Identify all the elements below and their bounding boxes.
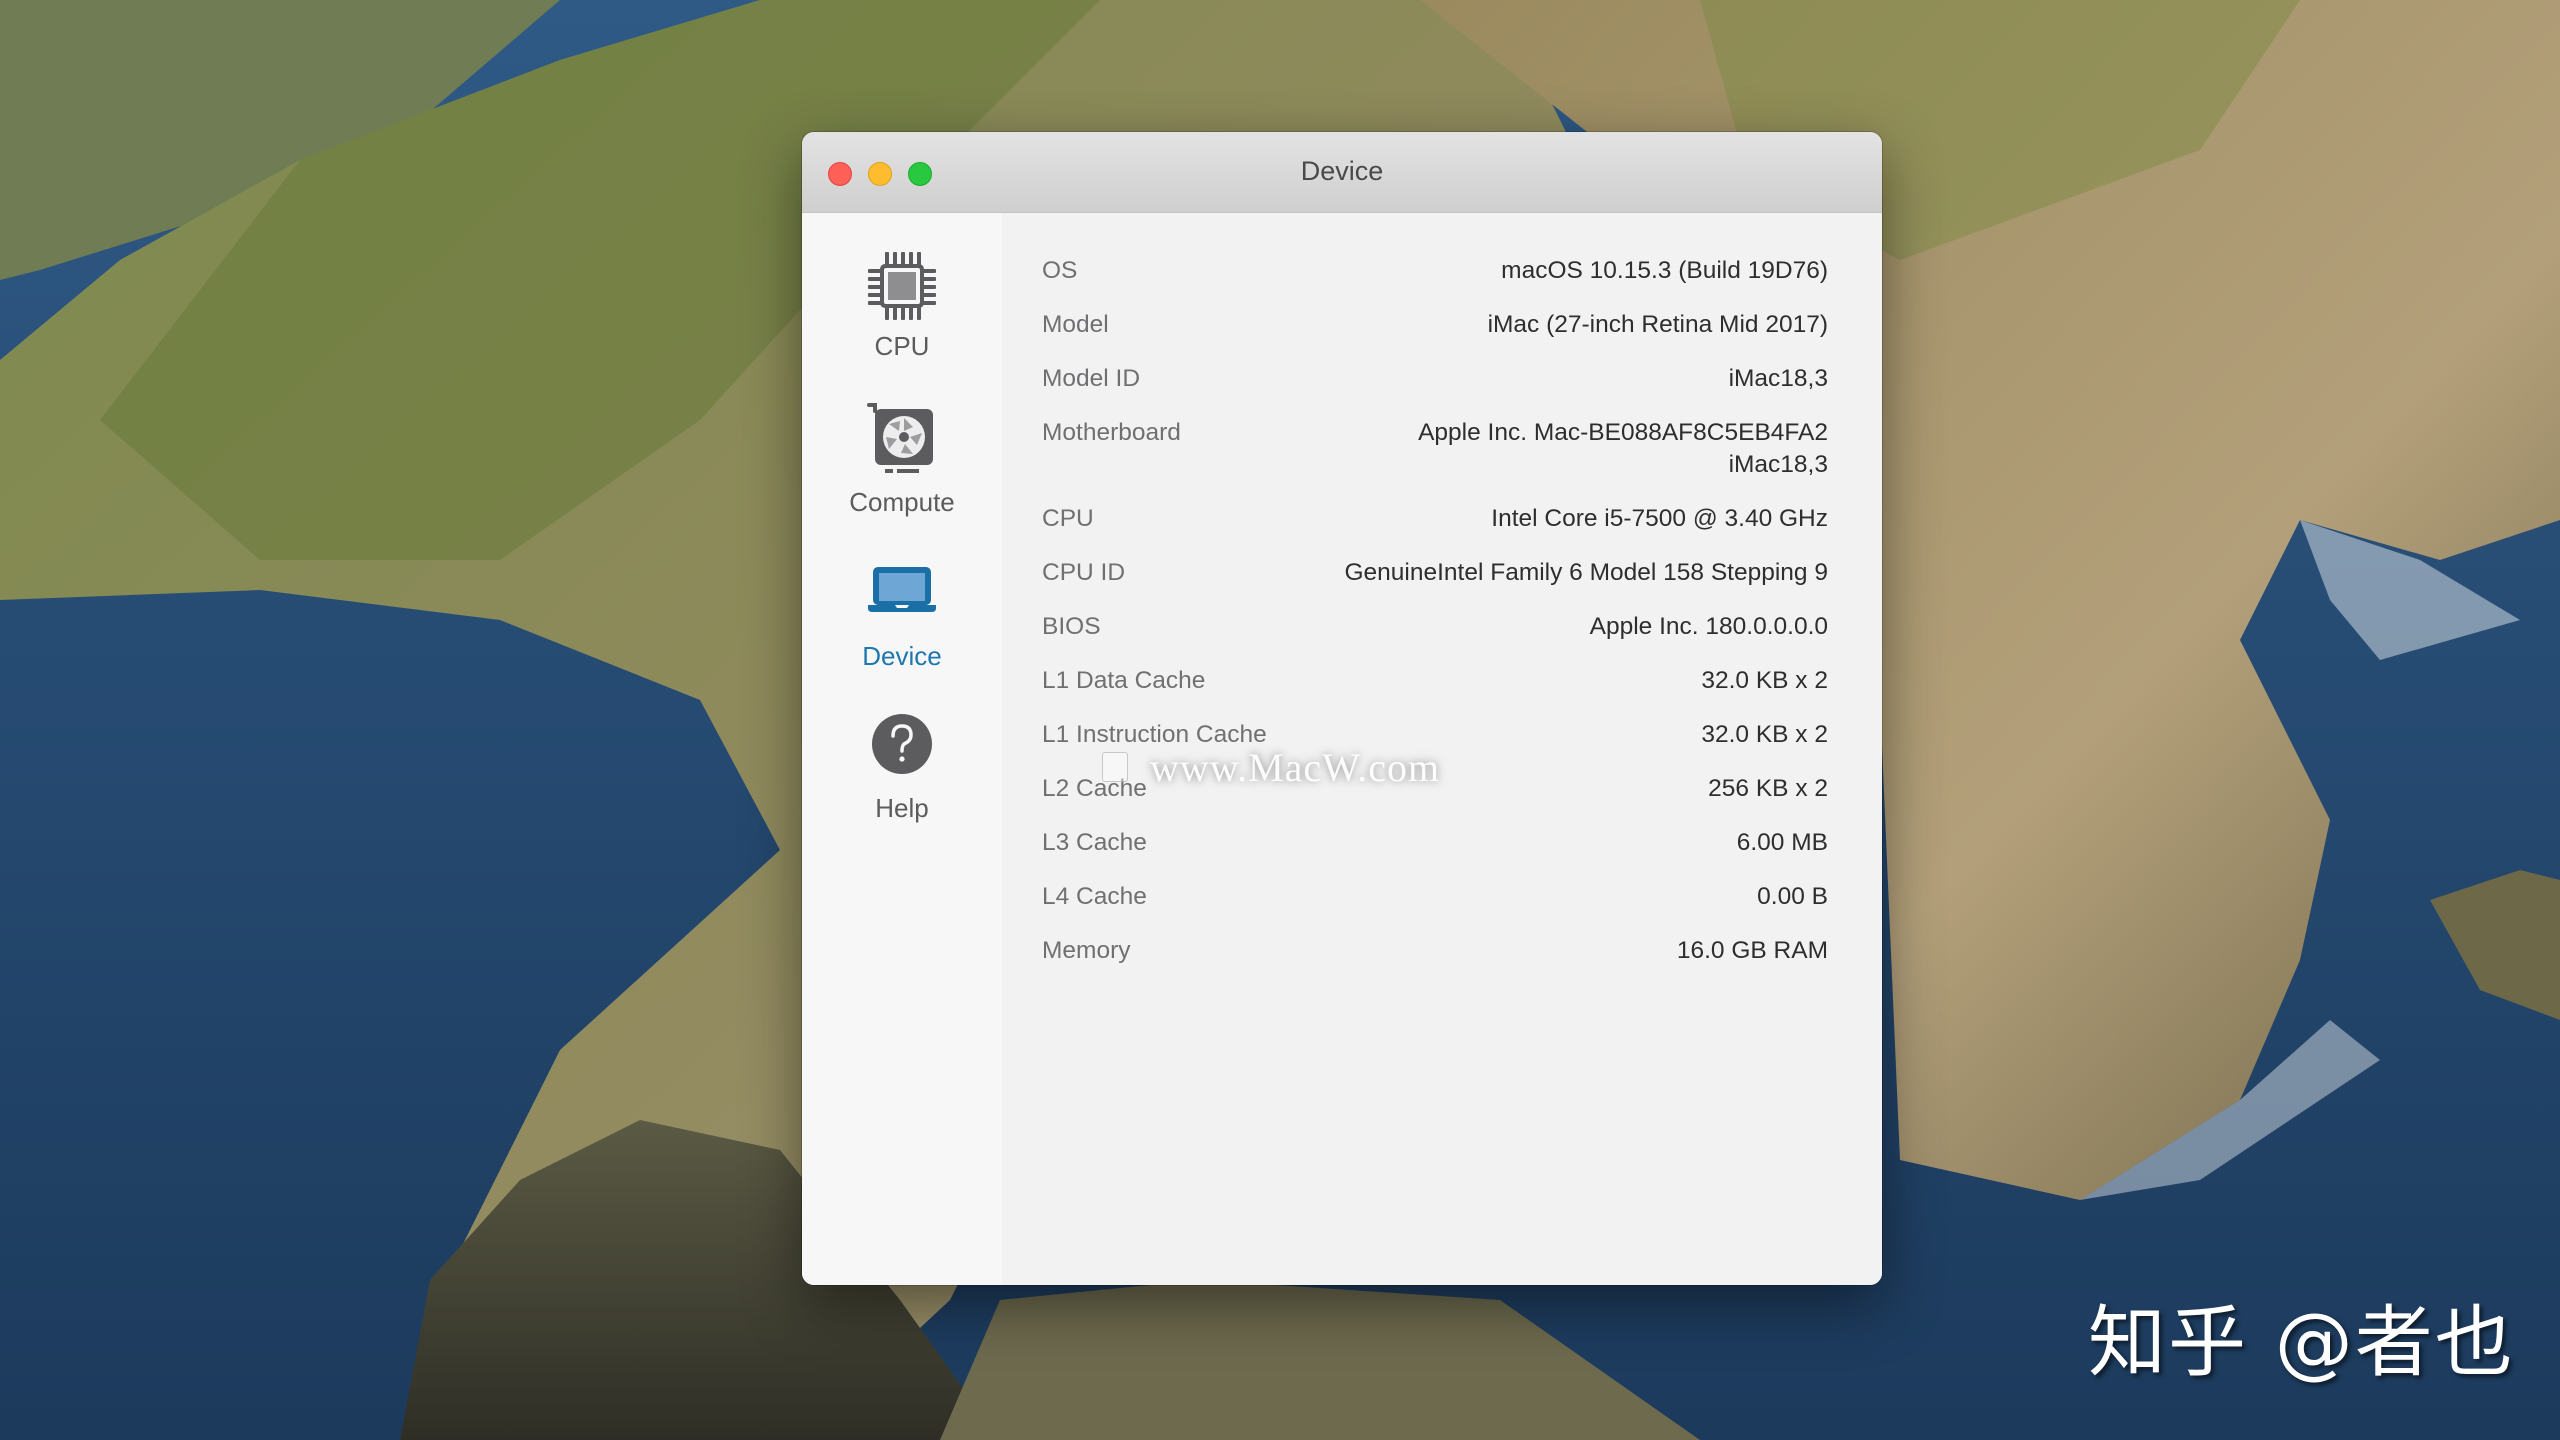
- sidebar-item-cpu[interactable]: CPU: [802, 243, 1002, 363]
- device-window: Device CPU Compute Device Help OS macOS …: [802, 132, 1882, 1285]
- macw-watermark: www.MacW.com: [1150, 745, 1441, 790]
- info-value: 32.0 KB x 2: [1701, 667, 1828, 694]
- device-info-panel: OS macOS 10.15.3 (Build 19D76) Model iMa…: [1002, 213, 1882, 1285]
- info-row-l4-cache: L4 Cache 0.00 B: [1042, 881, 1842, 935]
- info-label: CPU ID: [1042, 559, 1126, 586]
- info-row-l1-data-cache: L1 Data Cache 32.0 KB x 2: [1042, 665, 1842, 719]
- zhihu-watermark: 知乎 @者也: [2088, 1298, 2515, 1388]
- info-label: L2 Cache: [1042, 775, 1147, 802]
- info-value: 32.0 KB x 2: [1701, 721, 1828, 748]
- window-title: Device: [1300, 156, 1384, 186]
- info-value: iMac (27-inch Retina Mid 2017): [1487, 311, 1828, 338]
- cpu-chip-icon: [868, 252, 936, 320]
- sidebar-item-compute[interactable]: Compute: [802, 393, 1002, 523]
- info-label: Memory: [1042, 937, 1131, 964]
- info-label: Motherboard: [1042, 419, 1181, 446]
- info-value: GenuineIntel Family 6 Model 158 Stepping…: [1344, 559, 1829, 586]
- sidebar-item-device[interactable]: Device: [802, 553, 1002, 683]
- info-value: 0.00 B: [1757, 883, 1828, 910]
- info-label: CPU: [1042, 505, 1094, 532]
- info-row-model: Model iMac (27-inch Retina Mid 2017): [1042, 309, 1842, 363]
- info-label: OS: [1042, 257, 1078, 284]
- info-label: Model ID: [1042, 365, 1141, 392]
- info-value-line2: iMac18,3: [1728, 451, 1828, 478]
- info-label: BIOS: [1042, 613, 1101, 640]
- info-label: L4 Cache: [1042, 883, 1147, 910]
- info-row-os: OS macOS 10.15.3 (Build 19D76): [1042, 255, 1842, 309]
- info-row-bios: BIOS Apple Inc. 180.0.0.0.0: [1042, 611, 1842, 665]
- info-row-memory: Memory 16.0 GB RAM: [1042, 935, 1842, 989]
- info-row-motherboard: Motherboard Apple Inc. Mac-BE088AF8C5EB4…: [1042, 417, 1842, 503]
- info-row-cpu: CPU Intel Core i5-7500 @ 3.40 GHz: [1042, 503, 1842, 557]
- laptop-icon: [868, 567, 936, 612]
- sidebar: CPU Compute Device Help: [802, 213, 1002, 1285]
- info-value: 16.0 GB RAM: [1676, 937, 1828, 964]
- help-icon: [872, 714, 932, 774]
- info-value: macOS 10.15.3 (Build 19D76): [1501, 257, 1828, 284]
- info-value: 6.00 MB: [1736, 829, 1828, 856]
- info-value: iMac18,3: [1728, 365, 1828, 392]
- info-row-cpu-id: CPU ID GenuineIntel Family 6 Model 158 S…: [1042, 557, 1842, 611]
- gpu-card-icon: [867, 403, 933, 473]
- info-label: Model: [1042, 311, 1109, 338]
- info-value: Intel Core i5-7500 @ 3.40 GHz: [1491, 505, 1828, 532]
- sidebar-item-label: CPU: [874, 331, 930, 361]
- title-bar[interactable]: Device: [802, 132, 1882, 213]
- sidebar-item-label: Device: [862, 641, 942, 671]
- info-value: 256 KB x 2: [1708, 775, 1828, 802]
- info-label: L3 Cache: [1042, 829, 1147, 856]
- sidebar-item-label: Compute: [849, 487, 955, 517]
- sidebar-item-label: Help: [875, 793, 929, 823]
- info-row-model-id: Model ID iMac18,3: [1042, 363, 1842, 417]
- info-value: Apple Inc. Mac-BE088AF8C5EB4FA2: [1418, 419, 1828, 446]
- sidebar-item-help[interactable]: Help: [802, 703, 1002, 833]
- info-label: L1 Data Cache: [1042, 667, 1206, 694]
- info-row-l3-cache: L3 Cache 6.00 MB: [1042, 827, 1842, 881]
- watermark-logo-icon: [1102, 752, 1128, 782]
- info-value: Apple Inc. 180.0.0.0.0: [1589, 613, 1828, 640]
